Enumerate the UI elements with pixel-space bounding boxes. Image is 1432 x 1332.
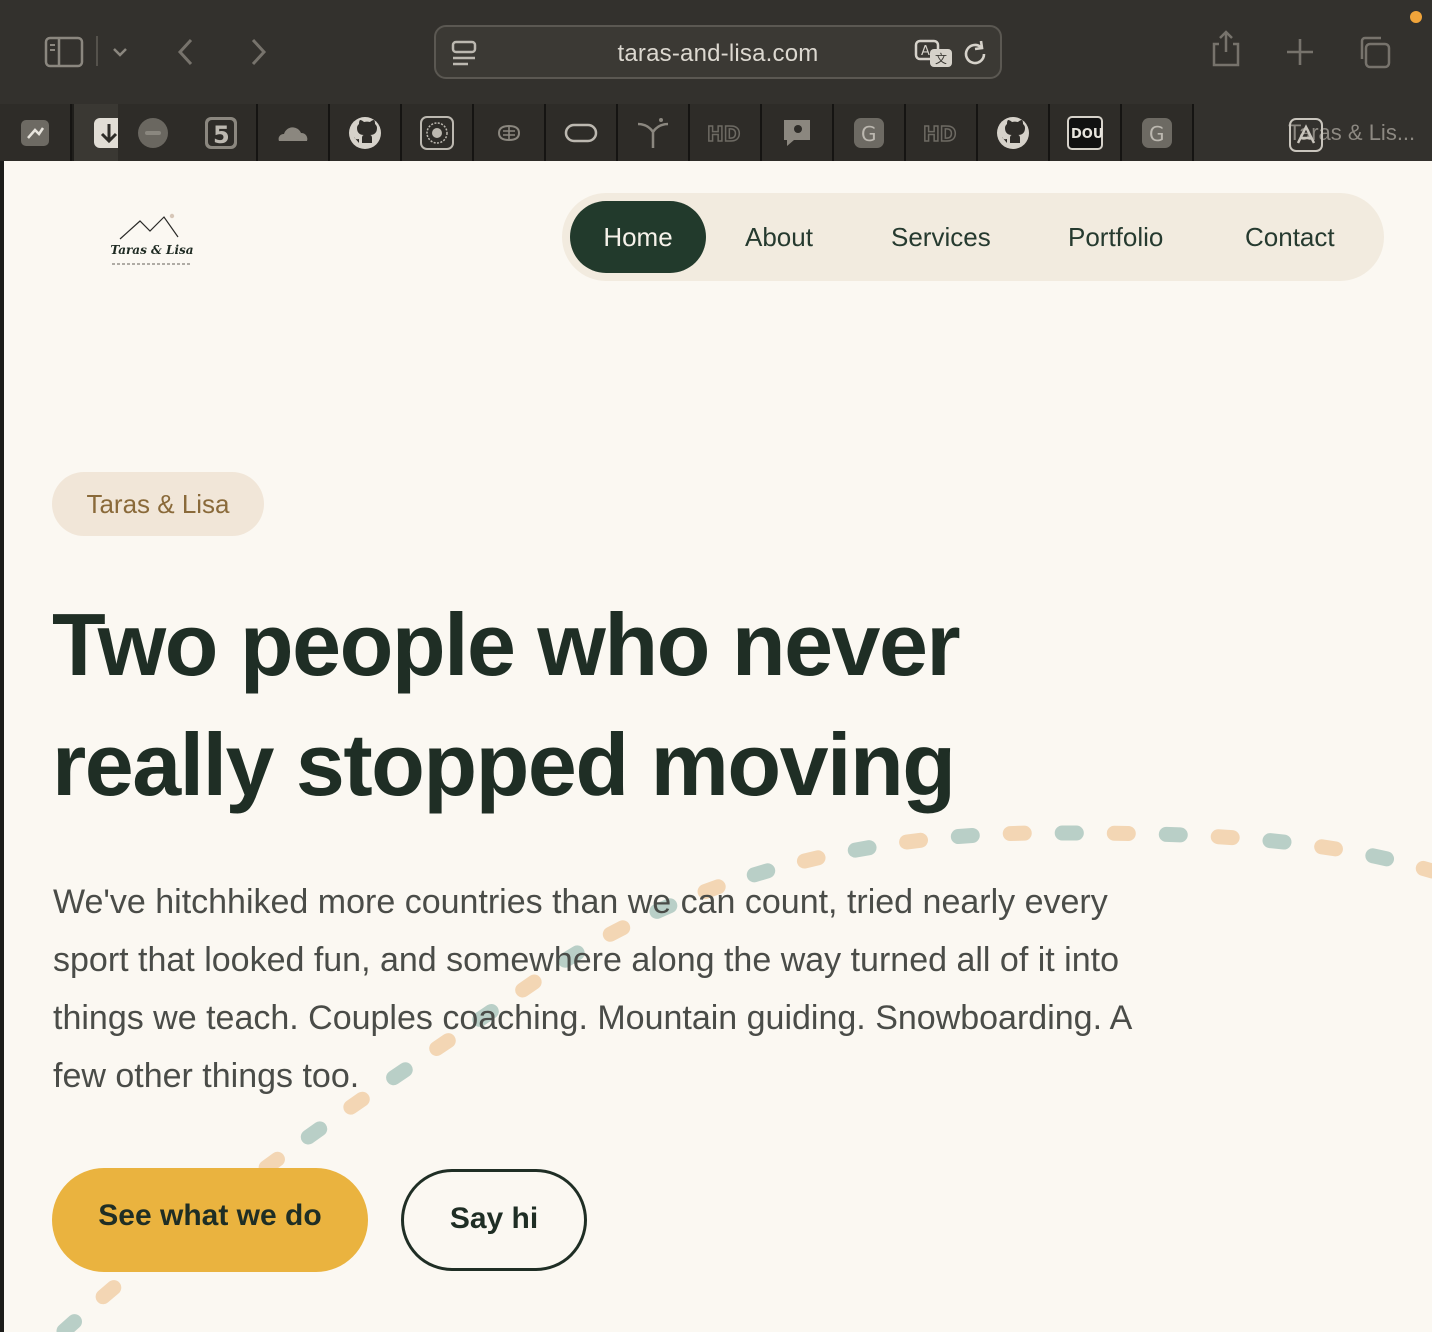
chat-icon <box>780 116 814 150</box>
g-icon: G <box>1140 116 1174 150</box>
tab-bar: 5 HD G HD DOU G Taras & Lis... <box>0 104 1432 161</box>
svg-text:DOU: DOU <box>1071 127 1103 142</box>
hd-icon: HD <box>705 119 745 147</box>
browser-toolbar: taras-and-lisa.com A文 <box>0 0 1432 104</box>
svg-text:HD: HD <box>923 122 956 146</box>
share-icon[interactable] <box>1206 28 1246 68</box>
sun-icon <box>419 115 455 151</box>
reload-icon[interactable] <box>960 39 990 74</box>
nav-portfolio[interactable]: Portfolio <box>1068 201 1163 273</box>
headline-line-1: Two people who never <box>52 595 961 694</box>
toolbar-divider <box>96 36 98 66</box>
tab-github-2[interactable] <box>978 104 1050 161</box>
main-nav: Home About Services Portfolio Contact <box>562 193 1384 281</box>
tab-bookmark[interactable] <box>0 104 72 161</box>
sidebar-toggle-icon[interactable] <box>44 32 84 72</box>
mountain-icon <box>119 213 179 240</box>
tab-sun[interactable] <box>402 104 474 161</box>
tab-five[interactable]: 5 <box>186 104 258 161</box>
address-bar[interactable]: taras-and-lisa.com A文 <box>434 25 1002 79</box>
dou-icon: DOU <box>1066 115 1104 151</box>
lede-line-3: things we teach. Couples coaching. Mount… <box>53 999 1133 1037</box>
see-what-we-do-button[interactable]: See what we do <box>52 1168 368 1272</box>
eyebrow-pill: Taras & Lisa <box>52 472 264 536</box>
brain-icon <box>494 122 524 144</box>
nav-home[interactable]: Home <box>570 201 706 273</box>
branch-icon <box>635 116 671 150</box>
web-page: Taras & Lisa Home About Services Portfol… <box>4 161 1432 1332</box>
svg-text:G: G <box>861 122 877 146</box>
tab-g-1[interactable]: G <box>834 104 906 161</box>
tab-cloud[interactable] <box>258 104 330 161</box>
circle-extension-icon <box>136 116 170 150</box>
nav-about[interactable]: About <box>745 201 813 273</box>
g-icon: G <box>852 116 886 150</box>
nav-services[interactable]: Services <box>891 201 991 273</box>
nav-contact[interactable]: Contact <box>1245 201 1335 273</box>
say-hi-button[interactable]: Say hi <box>401 1169 587 1271</box>
site-logo[interactable]: Taras & Lisa <box>106 211 198 271</box>
headline-line-2: really stopped moving <box>52 715 956 814</box>
github-icon <box>347 115 383 151</box>
tab-dou[interactable]: DOU <box>1050 104 1122 161</box>
tab-capsule[interactable] <box>546 104 618 161</box>
hero-headline: Two people who never really stopped movi… <box>52 585 1152 825</box>
translate-icon[interactable]: A文 <box>914 39 954 74</box>
tab-hd-2[interactable]: HD <box>906 104 978 161</box>
site-favicon-icon <box>1288 117 1324 159</box>
lede-line-4: few other things too. <box>53 1057 360 1095</box>
forward-icon[interactable] <box>238 32 278 72</box>
new-tab-icon[interactable] <box>1280 32 1320 72</box>
tab-hd-1[interactable]: HD <box>690 104 762 161</box>
hero-lede: We've hitchhiked more countries than we … <box>53 873 1233 1105</box>
lede-line-2: sport that looked fun, and somewhere alo… <box>53 941 1119 979</box>
tab-github[interactable] <box>330 104 402 161</box>
tab-brain[interactable] <box>474 104 546 161</box>
logo-tagline-line <box>112 263 192 265</box>
chevron-down-icon[interactable] <box>100 32 140 72</box>
lede-line-1: We've hitchhiked more countries than we … <box>53 883 1108 921</box>
bookmark-icon <box>19 118 51 148</box>
hd-icon: HD <box>921 119 961 147</box>
tab-overview-icon[interactable] <box>1354 32 1394 72</box>
tab-chat[interactable] <box>762 104 834 161</box>
svg-text:5: 5 <box>213 121 230 149</box>
svg-text:G: G <box>1149 122 1165 146</box>
back-icon[interactable] <box>166 32 206 72</box>
logo-text: Taras & Lisa <box>110 243 194 257</box>
capsule-icon <box>564 122 598 144</box>
github-icon <box>995 115 1031 151</box>
five-icon: 5 <box>203 115 239 151</box>
tab-branch[interactable] <box>618 104 690 161</box>
svg-text:HD: HD <box>707 122 740 146</box>
tab-g-2[interactable]: G <box>1122 104 1194 161</box>
svg-text:文: 文 <box>935 51 947 66</box>
cloud-icon <box>275 121 311 145</box>
tab-circle-extension[interactable] <box>118 104 190 161</box>
svg-text:A: A <box>921 44 930 59</box>
recording-indicator <box>1410 11 1422 23</box>
tab-active-site[interactable]: Taras & Lis... <box>1194 104 1432 161</box>
